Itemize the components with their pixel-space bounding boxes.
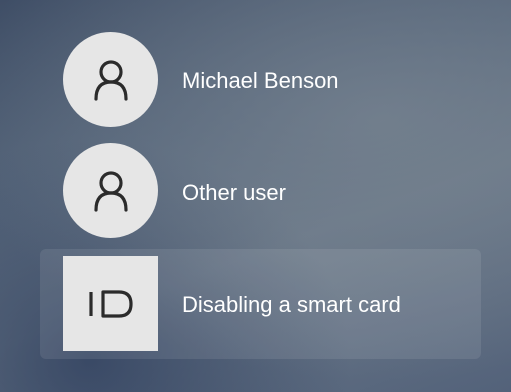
user-tile-other-user[interactable]: Other user bbox=[40, 140, 481, 240]
user-avatar bbox=[63, 143, 158, 238]
user-tile-smart-card[interactable]: Disabling a smart card bbox=[40, 249, 481, 359]
user-name: Other user bbox=[182, 180, 286, 205]
smart-card-tile bbox=[63, 256, 158, 351]
user-tile-michael-benson[interactable]: Michael Benson bbox=[40, 30, 481, 130]
user-avatar bbox=[63, 32, 158, 127]
user-list: Michael Benson Other user Disabling a sm… bbox=[0, 0, 511, 392]
user-name: Michael Benson bbox=[182, 68, 339, 93]
smart-card-id-icon bbox=[88, 289, 133, 318]
person-icon bbox=[93, 59, 128, 101]
person-icon bbox=[93, 170, 128, 212]
user-name: Disabling a smart card bbox=[182, 292, 401, 317]
